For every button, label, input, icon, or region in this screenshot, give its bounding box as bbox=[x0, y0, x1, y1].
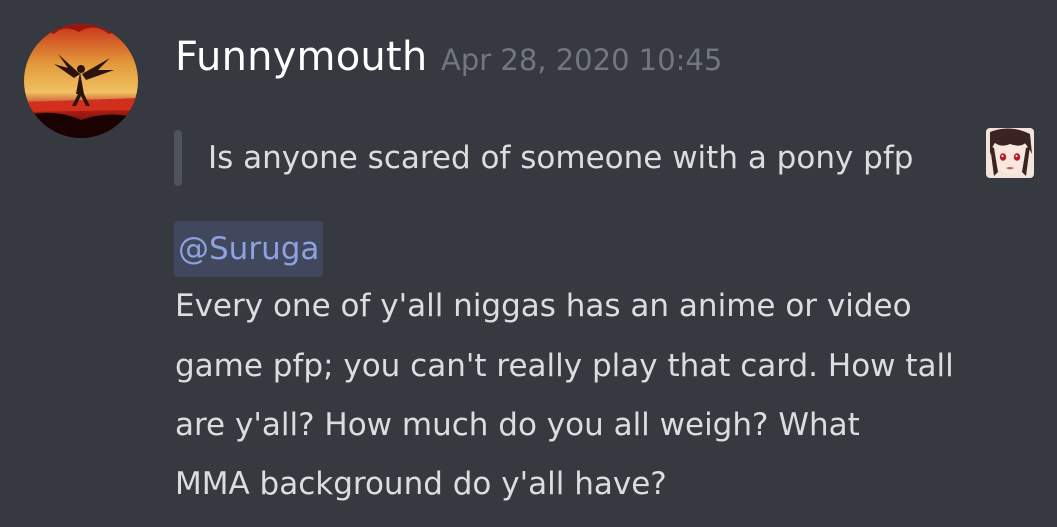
quote-text: Is anyone scared of someone with a pony … bbox=[208, 140, 914, 176]
message-line: are y'all? How much do you all weigh? Wh… bbox=[175, 407, 860, 443]
chat-message: Funnymouth Apr 28, 2020 10:45 Is anyone … bbox=[0, 0, 1057, 527]
dragon-silhouette-avatar-icon bbox=[24, 24, 138, 138]
message-line: game pfp; you can't really play that car… bbox=[175, 348, 954, 384]
block-quote: Is anyone scared of someone with a pony … bbox=[174, 128, 1044, 188]
user-mention[interactable]: @Suruga bbox=[174, 221, 324, 277]
anime-girl-emoji-icon[interactable] bbox=[986, 128, 1034, 178]
quote-bar bbox=[174, 130, 182, 186]
timestamp: Apr 28, 2020 10:45 bbox=[441, 43, 723, 77]
username[interactable]: Funnymouth bbox=[175, 31, 427, 83]
message-line: Every one of y'all niggas has an anime o… bbox=[175, 288, 912, 324]
message-line: MMA background do y'all have? bbox=[175, 466, 667, 502]
user-avatar[interactable] bbox=[24, 24, 138, 138]
